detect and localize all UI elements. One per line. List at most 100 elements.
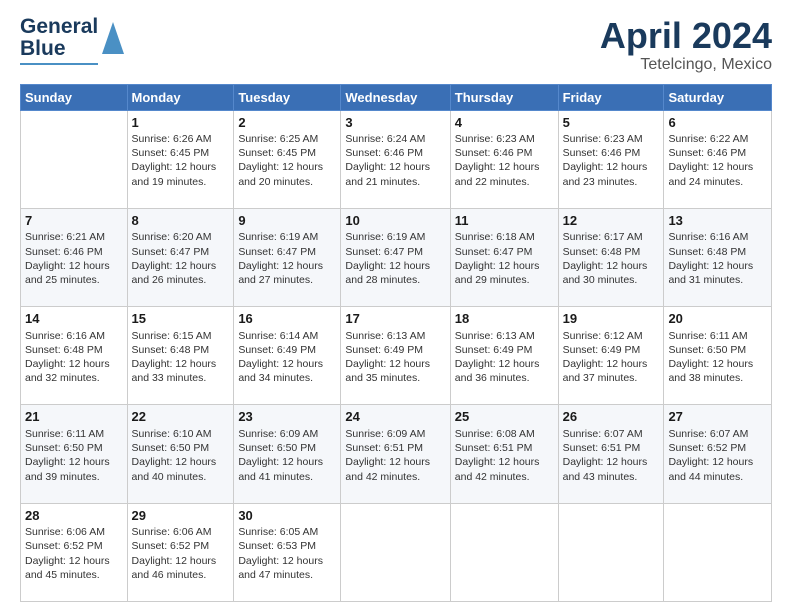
daylight-text: Daylight: 12 hours and 33 minutes.: [132, 357, 230, 385]
header: General Blue April 2024 Tetelcingo, Mexi…: [20, 16, 772, 74]
sunrise-text: Sunrise: 6:22 AM: [668, 132, 767, 146]
sunset-text: Sunset: 6:53 PM: [238, 539, 336, 553]
daylight-text: Daylight: 12 hours and 46 minutes.: [132, 554, 230, 582]
day-number: 7: [25, 212, 123, 230]
daylight-text: Daylight: 12 hours and 40 minutes.: [132, 455, 230, 483]
calendar-week-4: 28 Sunrise: 6:06 AM Sunset: 6:52 PM Dayligh…: [21, 503, 772, 601]
daylight-text: Daylight: 12 hours and 23 minutes.: [563, 160, 660, 188]
sunset-text: Sunset: 6:51 PM: [455, 441, 554, 455]
calendar-cell: 2Sunrise: 6:25 AMSunset: 6:45 PMDaylight…: [234, 110, 341, 208]
sunset-text: Sunset: 6:52 PM: [668, 441, 767, 455]
day-number: 21: [25, 408, 123, 426]
daylight-text: Daylight: 12 hours and 31 minutes.: [668, 259, 767, 287]
daylight-text: Daylight: 12 hours and 19 minutes.: [132, 160, 230, 188]
sunset-text: Sunset: 6:47 PM: [132, 245, 230, 259]
day-number: 30: [238, 507, 336, 525]
sunset-text: Sunset: 6:45 PM: [238, 146, 336, 160]
sunset-text: Sunset: 6:50 PM: [668, 343, 767, 357]
sunset-text: Sunset: 6:50 PM: [25, 441, 123, 455]
col-monday: Monday: [127, 84, 234, 110]
calendar-cell: 23Sunrise: 6:09 AMSunset: 6:50 PMDayligh…: [234, 405, 341, 503]
sunrise-text: Sunrise: 6:16 AM: [25, 329, 123, 343]
day-number: 27: [668, 408, 767, 426]
calendar-week-2: 14Sunrise: 6:16 AMSunset: 6:48 PMDayligh…: [21, 307, 772, 405]
sunrise-text: Sunrise: 6:15 AM: [132, 329, 230, 343]
calendar-cell: 25Sunrise: 6:08 AMSunset: 6:51 PMDayligh…: [450, 405, 558, 503]
sunset-text: Sunset: 6:49 PM: [455, 343, 554, 357]
calendar-cell: 22Sunrise: 6:10 AMSunset: 6:50 PMDayligh…: [127, 405, 234, 503]
calendar-week-1: 7Sunrise: 6:21 AMSunset: 6:46 PMDaylight…: [21, 208, 772, 306]
sunset-text: Sunset: 6:48 PM: [668, 245, 767, 259]
sunrise-text: Sunrise: 6:23 AM: [563, 132, 660, 146]
sunset-text: Sunset: 6:49 PM: [238, 343, 336, 357]
calendar-cell: 15Sunrise: 6:15 AMSunset: 6:48 PMDayligh…: [127, 307, 234, 405]
sunrise-text: Sunrise: 6:09 AM: [345, 427, 445, 441]
title-block: April 2024 Tetelcingo, Mexico: [600, 16, 772, 74]
col-saturday: Saturday: [664, 84, 772, 110]
daylight-text: Daylight: 12 hours and 38 minutes.: [668, 357, 767, 385]
sunrise-text: Sunrise: 6:07 AM: [563, 427, 660, 441]
sunset-text: Sunset: 6:46 PM: [345, 146, 445, 160]
sunrise-text: Sunrise: 6:25 AM: [238, 132, 336, 146]
calendar-cell: [450, 503, 558, 601]
daylight-text: Daylight: 12 hours and 22 minutes.: [455, 160, 554, 188]
calendar-cell: 1Sunrise: 6:26 AMSunset: 6:45 PMDaylight…: [127, 110, 234, 208]
calendar-header-row: Sunday Monday Tuesday Wednesday Thursday…: [21, 84, 772, 110]
daylight-text: Daylight: 12 hours and 34 minutes.: [238, 357, 336, 385]
sunset-text: Sunset: 6:52 PM: [25, 539, 123, 553]
sunrise-text: Sunrise: 6:16 AM: [668, 230, 767, 244]
sunrise-text: Sunrise: 6:24 AM: [345, 132, 445, 146]
day-number: 28: [25, 507, 123, 525]
calendar-cell: [21, 110, 128, 208]
day-number: 26: [563, 408, 660, 426]
sunrise-text: Sunrise: 6:11 AM: [25, 427, 123, 441]
day-number: 22: [132, 408, 230, 426]
sunrise-text: Sunrise: 6:07 AM: [668, 427, 767, 441]
day-number: 5: [563, 114, 660, 132]
col-thursday: Thursday: [450, 84, 558, 110]
sunrise-text: Sunrise: 6:09 AM: [238, 427, 336, 441]
sunset-text: Sunset: 6:46 PM: [25, 245, 123, 259]
daylight-text: Daylight: 12 hours and 35 minutes.: [345, 357, 445, 385]
day-number: 10: [345, 212, 445, 230]
logo-icon: [102, 22, 124, 54]
calendar-cell: 10Sunrise: 6:19 AMSunset: 6:47 PMDayligh…: [341, 208, 450, 306]
daylight-text: Daylight: 12 hours and 29 minutes.: [455, 259, 554, 287]
logo-text-general: General: [20, 16, 98, 38]
sunrise-text: Sunrise: 6:23 AM: [455, 132, 554, 146]
day-number: 15: [132, 310, 230, 328]
daylight-text: Daylight: 12 hours and 28 minutes.: [345, 259, 445, 287]
daylight-text: Daylight: 12 hours and 41 minutes.: [238, 455, 336, 483]
col-wednesday: Wednesday: [341, 84, 450, 110]
calendar-cell: 17Sunrise: 6:13 AMSunset: 6:49 PMDayligh…: [341, 307, 450, 405]
calendar-cell: 30Sunrise: 6:05 AMSunset: 6:53 PMDayligh…: [234, 503, 341, 601]
daylight-text: Daylight: 12 hours and 42 minutes.: [345, 455, 445, 483]
sunrise-text: Sunrise: 6:19 AM: [345, 230, 445, 244]
daylight-text: Daylight: 12 hours and 37 minutes.: [563, 357, 660, 385]
calendar-subtitle: Tetelcingo, Mexico: [600, 56, 772, 74]
calendar-cell: 27Sunrise: 6:07 AMSunset: 6:52 PMDayligh…: [664, 405, 772, 503]
day-number: 16: [238, 310, 336, 328]
calendar-cell: 7Sunrise: 6:21 AMSunset: 6:46 PMDaylight…: [21, 208, 128, 306]
sunrise-text: Sunrise: 6:17 AM: [563, 230, 660, 244]
col-sunday: Sunday: [21, 84, 128, 110]
sunrise-text: Sunrise: 6:06 AM: [132, 525, 230, 539]
calendar-cell: 5Sunrise: 6:23 AMSunset: 6:46 PMDaylight…: [558, 110, 664, 208]
calendar-week-0: 1Sunrise: 6:26 AMSunset: 6:45 PMDaylight…: [21, 110, 772, 208]
calendar-cell: 11Sunrise: 6:18 AMSunset: 6:47 PMDayligh…: [450, 208, 558, 306]
sunset-text: Sunset: 6:47 PM: [455, 245, 554, 259]
sunrise-text: Sunrise: 6:13 AM: [455, 329, 554, 343]
calendar-table: Sunday Monday Tuesday Wednesday Thursday…: [20, 84, 772, 602]
day-number: 6: [668, 114, 767, 132]
day-number: 2: [238, 114, 336, 132]
calendar-cell: 26Sunrise: 6:07 AMSunset: 6:51 PMDayligh…: [558, 405, 664, 503]
sunrise-text: Sunrise: 6:11 AM: [668, 329, 767, 343]
sunset-text: Sunset: 6:51 PM: [345, 441, 445, 455]
calendar-cell: 19Sunrise: 6:12 AMSunset: 6:49 PMDayligh…: [558, 307, 664, 405]
day-number: 11: [455, 212, 554, 230]
calendar-cell: 6Sunrise: 6:22 AMSunset: 6:46 PMDaylight…: [664, 110, 772, 208]
day-number: 12: [563, 212, 660, 230]
daylight-text: Daylight: 12 hours and 42 minutes.: [455, 455, 554, 483]
daylight-text: Daylight: 12 hours and 21 minutes.: [345, 160, 445, 188]
daylight-text: Daylight: 12 hours and 32 minutes.: [25, 357, 123, 385]
